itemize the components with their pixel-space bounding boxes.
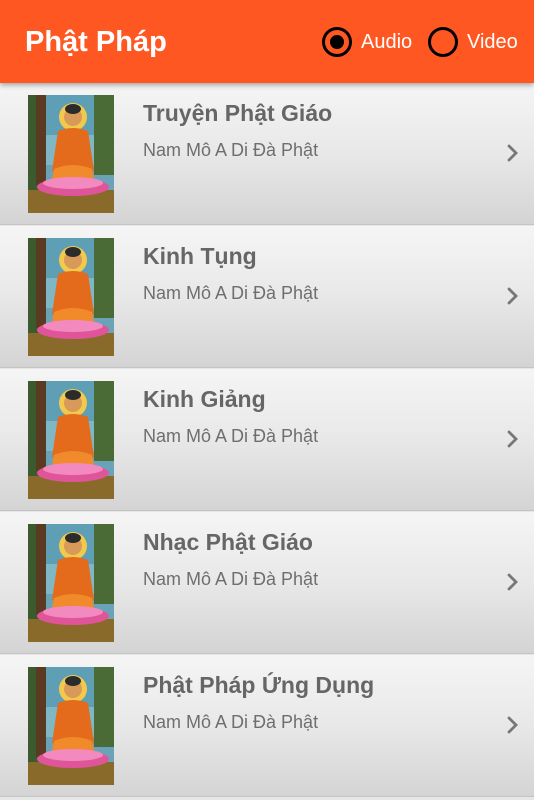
list-item-title: Truyện Phật Giáo <box>143 100 333 126</box>
chevron-right-icon <box>507 287 518 305</box>
app-bar: Phật Pháp Audio Video <box>0 0 534 83</box>
list-item-title: Kinh Giảng <box>143 386 266 412</box>
radio-unselected-icon[interactable] <box>428 27 458 57</box>
list-item-kinh-tung[interactable]: Kinh Tụng Nam Mô A Di Đà Phật <box>0 226 534 368</box>
list-item-subtitle: Nam Mô A Di Đà Phật <box>143 283 319 303</box>
list-item-subtitle: Nam Mô A Di Đà Phật <box>143 712 319 732</box>
audio-label: Audio <box>361 31 413 53</box>
list-item-nhac-phat-giao[interactable]: Nhạc Phật Giáo Nam Mô A Di Đà Phật <box>0 512 534 654</box>
list-item-title: Phật Pháp Ứng Dụng <box>143 672 375 698</box>
buddha-image <box>28 381 114 499</box>
video-radio-option[interactable]: Video <box>428 26 518 58</box>
app-title: Phật Pháp <box>25 26 167 58</box>
chevron-right-icon <box>507 716 518 734</box>
list-item-subtitle: Nam Mô A Di Đà Phật <box>143 140 319 160</box>
buddha-image <box>28 524 114 642</box>
chevron-right-icon <box>507 144 518 162</box>
audio-radio-option[interactable]: Audio <box>322 26 412 58</box>
chevron-right-icon <box>507 573 518 591</box>
list-item-title: Kinh Tụng <box>143 243 257 269</box>
list-item-phat-phap-ung-dung[interactable]: Phật Pháp Ứng Dụng Nam Mô A Di Đà Phật <box>0 655 534 797</box>
radio-selected-icon[interactable] <box>322 27 352 57</box>
list-item-subtitle: Nam Mô A Di Đà Phật <box>143 426 319 446</box>
list-item-kinh-giang[interactable]: Kinh Giảng Nam Mô A Di Đà Phật <box>0 369 534 511</box>
list-item-truyen-phat-giao[interactable]: Truyện Phật Giáo Nam Mô A Di Đà Phật <box>0 83 534 225</box>
buddha-image <box>28 667 114 785</box>
buddha-image <box>28 238 114 356</box>
list-item-title: Nhạc Phật Giáo <box>143 529 313 555</box>
chevron-right-icon <box>507 430 518 448</box>
video-label: Video <box>467 31 518 53</box>
buddha-image <box>28 95 114 213</box>
list-item-subtitle: Nam Mô A Di Đà Phật <box>143 569 319 589</box>
